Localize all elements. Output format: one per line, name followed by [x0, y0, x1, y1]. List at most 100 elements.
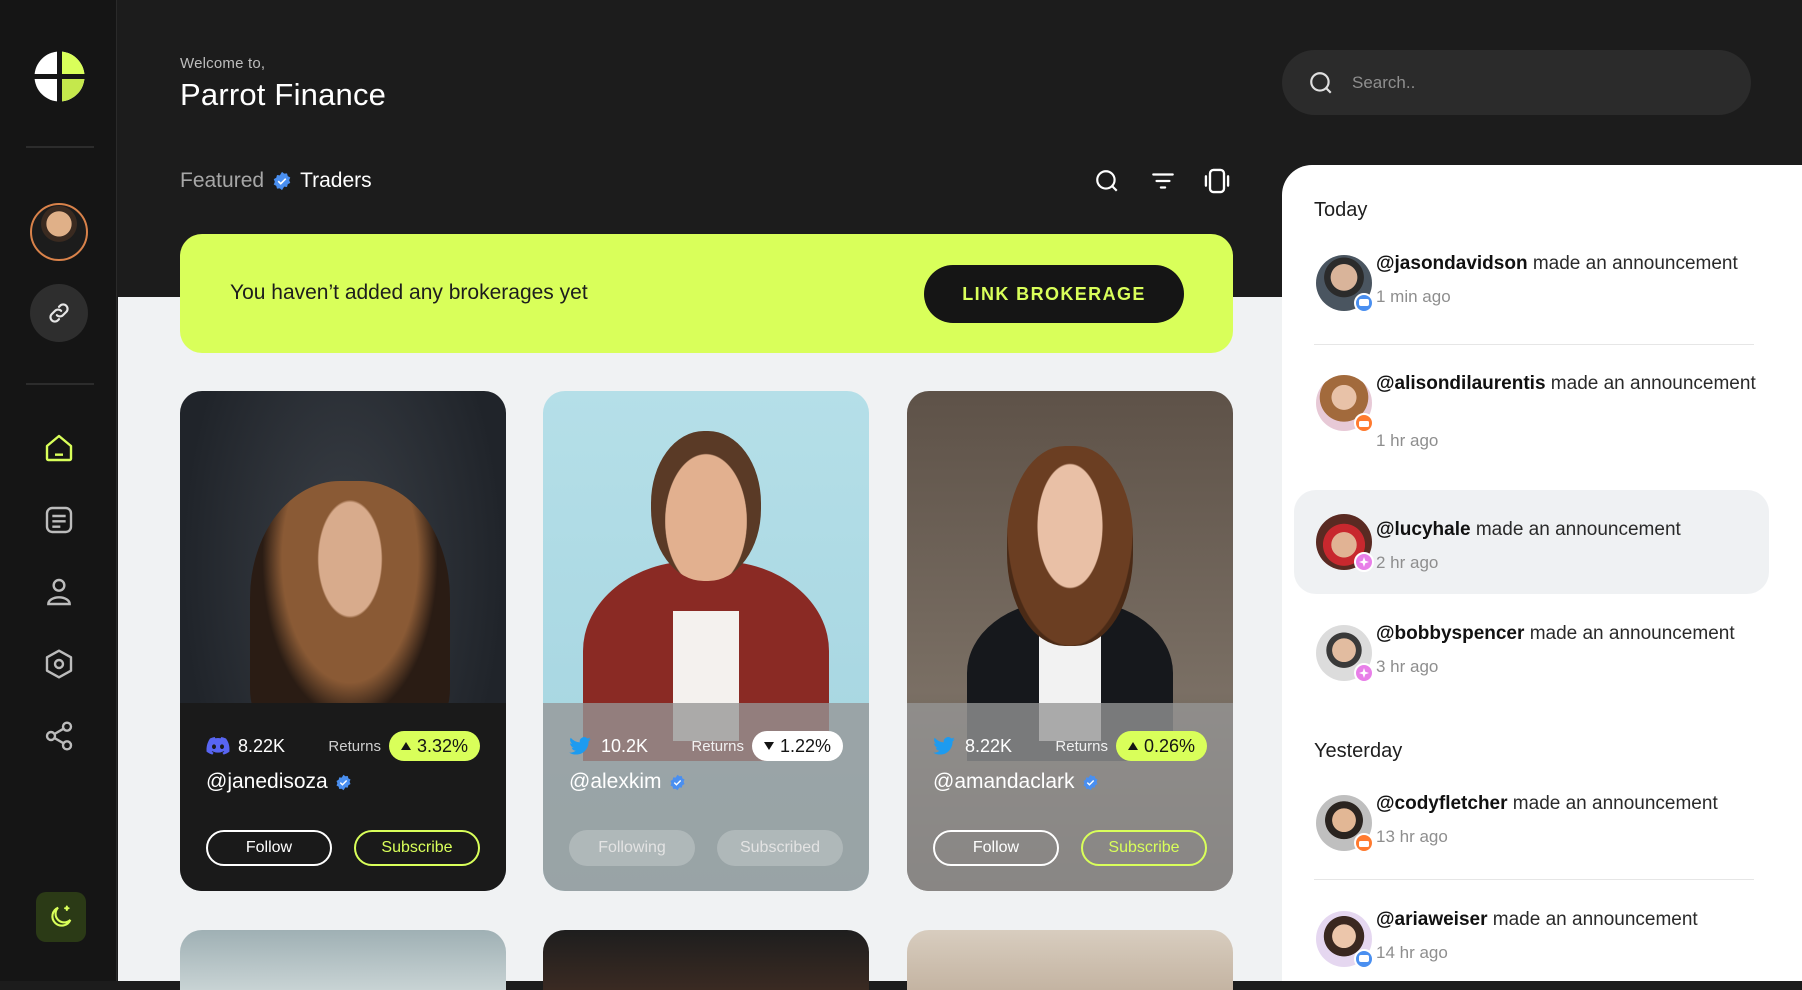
notification-time: 1 hr ago — [1376, 431, 1439, 450]
notification-action: made an announcement — [1529, 623, 1735, 644]
returns-label: Returns — [1055, 737, 1108, 755]
notification-time: 1 min ago — [1376, 287, 1451, 306]
sidebar-item-home[interactable] — [41, 430, 77, 466]
notification-user: @bobbyspencer — [1376, 623, 1525, 644]
notification-item[interactable]: @lucyhale made an announcement 2 hr ago — [1294, 490, 1769, 594]
day-label-today: Today — [1314, 199, 1368, 221]
chat-icon — [1354, 293, 1374, 313]
broadcast-icon — [1354, 833, 1374, 853]
notification-action: made an announcement — [1475, 519, 1681, 540]
trader-card-peek[interactable] — [907, 930, 1233, 990]
toolbar-view-button[interactable] — [1202, 166, 1232, 196]
subscribe-button[interactable]: Subscribe — [1081, 830, 1207, 866]
sparkle-icon — [1354, 552, 1374, 572]
link-brokerage-button[interactable]: LINK BROKERAGE — [924, 265, 1184, 323]
user-icon — [47, 578, 71, 606]
notification-item[interactable]: @alisondilaurentis made an announcement … — [1294, 365, 1769, 475]
notification-time: 3 hr ago — [1376, 657, 1439, 676]
sidebar-item-profile[interactable] — [41, 574, 77, 610]
notification-time: 13 hr ago — [1376, 827, 1448, 846]
search-bar[interactable] — [1282, 50, 1751, 115]
notification-action: made an announcement — [1532, 253, 1738, 274]
trader-card[interactable]: 8.22K Returns 0.26% @amandaclark Follow … — [907, 391, 1233, 891]
trader-card-peek[interactable] — [543, 930, 869, 990]
subscribe-button[interactable]: Subscribe — [354, 830, 480, 866]
returns-value: 3.32% — [416, 735, 468, 756]
trader-handle[interactable]: @janedisoza — [206, 770, 352, 794]
moon-icon — [51, 905, 72, 927]
brokerage-banner: You haven’t added any brokerages yet LIN… — [180, 234, 1233, 353]
verified-icon — [336, 774, 351, 790]
notification-user: @alisondilaurentis — [1376, 373, 1546, 394]
follower-count: 8.22K — [238, 735, 286, 756]
search-input[interactable] — [1350, 71, 1710, 94]
broadcast-icon — [1354, 413, 1374, 433]
sidebar-item-documents[interactable] — [41, 502, 77, 538]
toolbar-search-button[interactable] — [1092, 166, 1122, 196]
notification-user: @lucyhale — [1376, 519, 1471, 540]
trader-handle[interactable]: @alexkim — [569, 770, 686, 794]
follower-count: 8.22K — [965, 735, 1013, 756]
returns-value: 0.26% — [1143, 735, 1195, 756]
twitter-icon — [933, 736, 959, 756]
follower-count: 10.2K — [601, 735, 649, 756]
section-title: Traders — [300, 169, 372, 192]
handle-text: @amandaclark — [933, 770, 1075, 793]
returns-badge: 1.22% — [751, 731, 843, 761]
filter-icon — [1152, 173, 1174, 189]
day-label-yesterday: Yesterday — [1314, 740, 1403, 762]
notification-action: made an announcement — [1492, 909, 1698, 930]
trader-info: 8.22K Returns 3.32% @janedisoza Follow S… — [180, 703, 506, 891]
trader-info: 8.22K Returns 0.26% @amandaclark Follow … — [907, 703, 1233, 891]
verified-icon — [670, 774, 685, 790]
theme-toggle[interactable] — [36, 892, 86, 942]
arrow-up-icon — [1127, 742, 1138, 750]
returns-value: 1.22% — [779, 735, 831, 756]
notifications-panel: Today @jasondavidson made an announcemen… — [1282, 165, 1802, 981]
returns-badge: 0.26% — [1115, 731, 1207, 761]
sidebar-divider — [26, 146, 94, 148]
trader-handle[interactable]: @amandaclark — [933, 770, 1099, 794]
verified-icon — [1083, 774, 1098, 790]
notification-action: made an announcement — [1550, 373, 1756, 394]
notification-item[interactable]: @jasondavidson made an announcement 1 mi… — [1294, 245, 1769, 345]
link-button[interactable] — [30, 284, 88, 342]
twitter-icon — [569, 736, 595, 756]
toolbar-filter-button[interactable] — [1148, 166, 1178, 196]
chat-icon — [1354, 949, 1374, 969]
page-title: Parrot Finance — [180, 77, 387, 112]
notification-user: @jasondavidson — [1376, 253, 1528, 274]
arrow-up-icon — [400, 742, 411, 750]
arrow-down-icon — [763, 742, 774, 750]
share-icon — [45, 721, 73, 751]
notification-item[interactable]: @ariaweiser made an announcement 14 hr a… — [1294, 901, 1769, 981]
notification-time: 2 hr ago — [1376, 553, 1439, 572]
sidebar — [0, 0, 117, 981]
app-logo[interactable] — [33, 50, 86, 103]
divider — [1314, 879, 1754, 880]
document-icon — [45, 506, 73, 534]
discord-icon — [206, 736, 232, 756]
sidebar-item-share[interactable] — [41, 718, 77, 754]
returns-label: Returns — [328, 737, 381, 755]
verified-icon — [273, 171, 291, 191]
notification-item[interactable]: @bobbyspencer made an announcement 3 hr … — [1294, 605, 1769, 705]
sidebar-item-settings[interactable] — [41, 646, 77, 682]
returns-badge: 3.32% — [388, 731, 480, 761]
following-button[interactable]: Following — [569, 830, 695, 866]
follow-button[interactable]: Follow — [206, 830, 332, 866]
trader-card-peek[interactable] — [180, 930, 506, 990]
section-prefix: Featured — [180, 169, 265, 192]
profile-avatar[interactable] — [30, 203, 88, 261]
trader-card[interactable]: 10.2K Returns 1.22% @alexkim Following S… — [543, 391, 869, 891]
banner-message: You haven’t added any brokerages yet — [230, 281, 588, 304]
follow-button[interactable]: Follow — [933, 830, 1059, 866]
vibrate-icon — [1204, 168, 1230, 194]
trader-card[interactable]: 8.22K Returns 3.32% @janedisoza Follow S… — [180, 391, 506, 891]
notification-item[interactable]: @codyfletcher made an announcement 13 hr… — [1294, 785, 1769, 885]
notification-action: made an announcement — [1512, 793, 1718, 814]
subscribed-button[interactable]: Subscribed — [717, 830, 843, 866]
settings-icon — [45, 649, 73, 679]
handle-text: @alexkim — [569, 770, 662, 793]
returns-label: Returns — [691, 737, 744, 755]
